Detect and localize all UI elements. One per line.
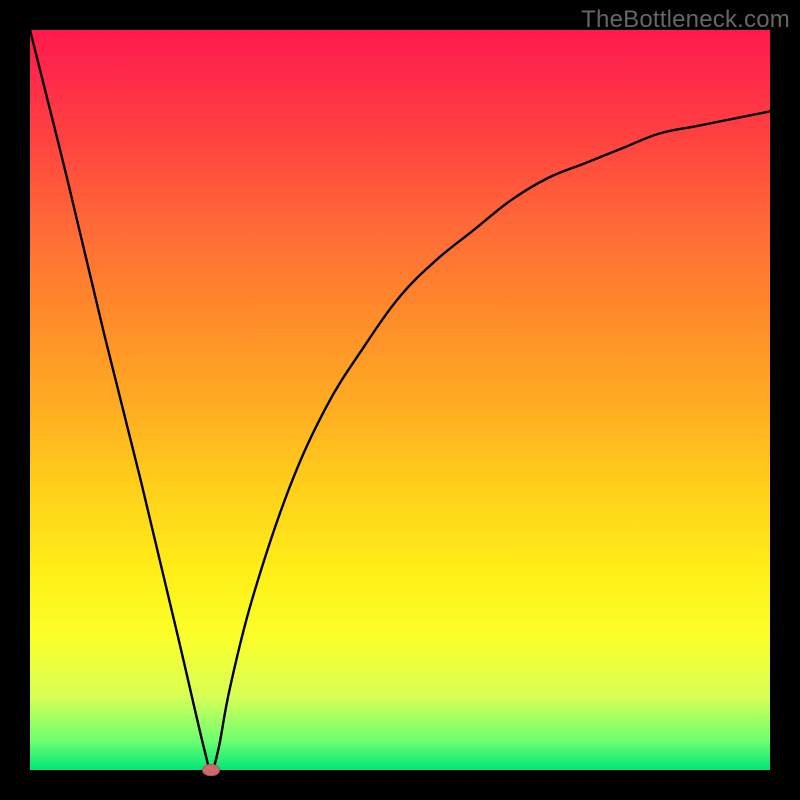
curve-path <box>30 30 770 770</box>
watermark-text: TheBottleneck.com <box>581 6 790 34</box>
bottleneck-curve <box>30 30 770 770</box>
minimum-marker <box>202 764 220 776</box>
chart-plot-area <box>30 30 770 770</box>
